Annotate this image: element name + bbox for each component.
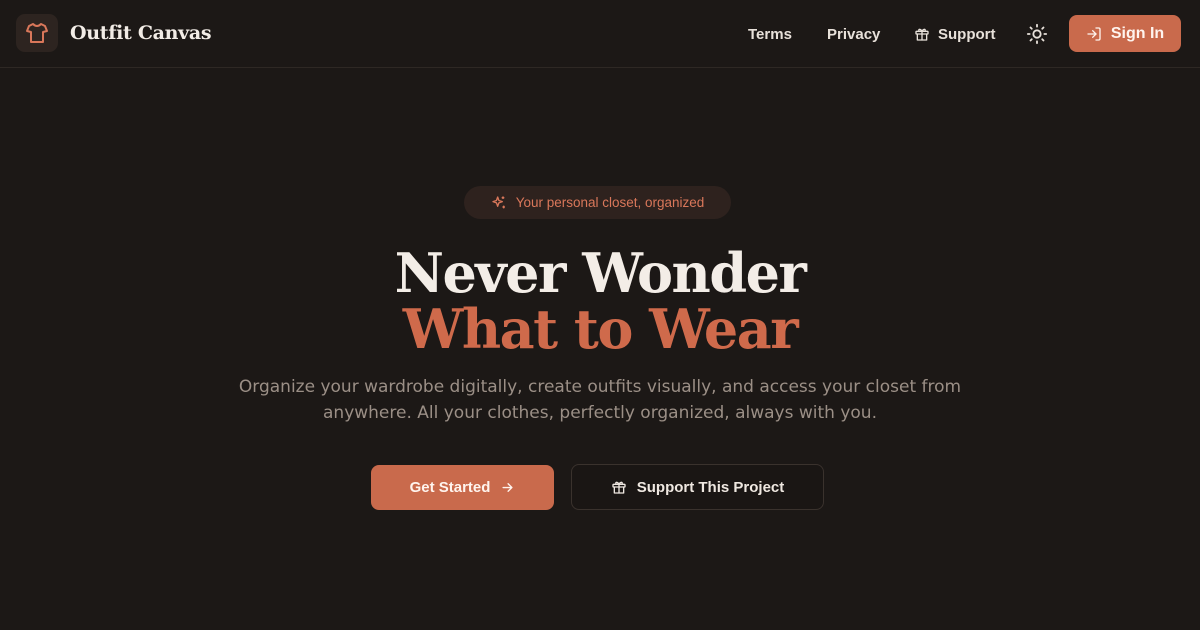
log-in-icon bbox=[1087, 26, 1101, 41]
arrow-right-icon bbox=[502, 483, 513, 492]
sign-in-button[interactable]: Sign In bbox=[1069, 15, 1181, 52]
nav-link-support[interactable]: Support bbox=[914, 0, 996, 68]
nav-support-label: Support bbox=[938, 25, 996, 43]
sign-in-label: Sign In bbox=[1110, 24, 1165, 42]
nav-link-privacy[interactable]: Privacy bbox=[827, 0, 880, 68]
sun-icon bbox=[1026, 23, 1048, 45]
sparkles-icon bbox=[492, 195, 505, 208]
gift-icon bbox=[612, 481, 626, 494]
nav-privacy-label[interactable]: Privacy bbox=[827, 26, 880, 43]
hero-subtitle: Organize your wardrobe digitally, create… bbox=[238, 377, 962, 423]
tagline-badge: Your personal closet, organized bbox=[464, 186, 731, 219]
brand[interactable]: Outfit Canvas bbox=[16, 14, 212, 52]
brand-name: Outfit Canvas bbox=[70, 22, 212, 44]
support-project-label: Support This Project bbox=[636, 478, 785, 496]
get-started-label: Get Started bbox=[409, 479, 491, 496]
support-project-button[interactable]: Support This Project bbox=[571, 464, 824, 510]
nav-terms-label[interactable]: Terms bbox=[748, 26, 792, 43]
tagline-text: Your personal closet, organized bbox=[515, 195, 705, 210]
nav-support[interactable]: Support bbox=[914, 26, 996, 43]
gift-icon bbox=[915, 28, 929, 41]
top-navigation-bar: Outfit Canvas Terms Privacy Support Sign… bbox=[0, 0, 1200, 68]
nav-link-terms[interactable]: Terms bbox=[748, 0, 792, 68]
headline-line-2: What to Wear bbox=[402, 297, 799, 361]
shirt-icon bbox=[16, 14, 58, 52]
get-started-button[interactable]: Get Started bbox=[371, 465, 554, 510]
headline-line-1: Never Wonder bbox=[394, 241, 807, 305]
theme-toggle-button[interactable] bbox=[1026, 23, 1048, 45]
